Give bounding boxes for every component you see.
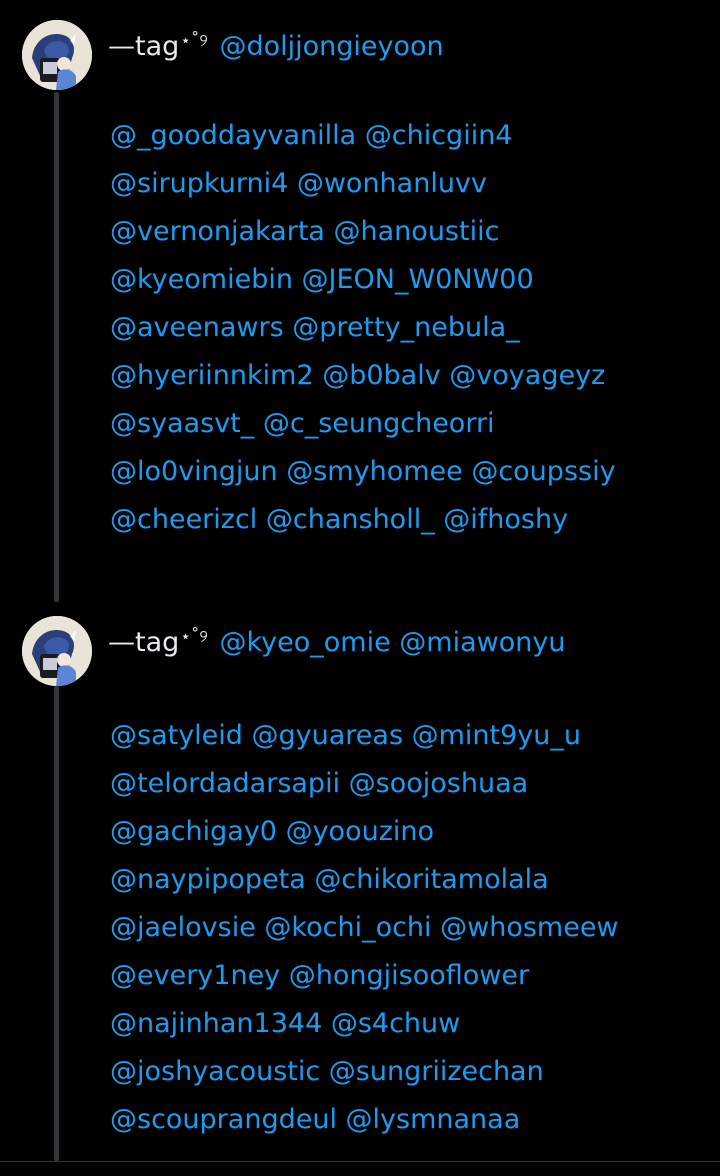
mention-line[interactable]: @sirupkurni4 @wonhanluvv <box>110 160 710 208</box>
mention-line[interactable]: @najinhan1344 @s4chuw <box>110 1000 710 1048</box>
mention-line[interactable]: @aveenawrs @pretty_nebula_ <box>110 304 710 352</box>
author-name[interactable]: —tag <box>108 627 179 658</box>
tweet-reply-2[interactable]: —tag⋆˚୨ @kyeo_omie @miawonyu @satyleid @… <box>0 616 720 1161</box>
mention-line[interactable]: @scouprangdeul @lysmnanaa <box>110 1096 710 1144</box>
avatar-image <box>22 616 92 686</box>
mention-line[interactable]: @every1ney @hongjisooflower <box>110 952 710 1000</box>
post-body: @satyleid @gyuareas @mint9yu_u @telordad… <box>110 712 710 1144</box>
header-mentions[interactable]: @doljjongieyoon <box>219 31 443 62</box>
header-mentions[interactable]: @kyeo_omie @miawonyu <box>219 627 565 658</box>
avatar[interactable] <box>22 616 92 686</box>
post-header: —tag⋆˚୨ @kyeo_omie @miawonyu <box>108 616 565 658</box>
mention-line[interactable]: @vernonjakarta @hanoustiic <box>110 208 710 256</box>
mention-line[interactable]: @naypipopeta @chikoritamolala <box>110 856 710 904</box>
mention-line[interactable]: @jaelovsie @kochi_ochi @whosmeew <box>110 904 710 952</box>
mention-line[interactable]: @satyleid @gyuareas @mint9yu_u <box>110 712 710 760</box>
mention-line[interactable]: @kyeomiebin @JEON_W0NW00 <box>110 256 710 304</box>
mention-line[interactable]: @cheerizcl @chansholl_ @ifhoshy <box>110 496 710 544</box>
bottom-divider <box>0 1161 720 1176</box>
avatar-image <box>22 20 92 90</box>
post-body: @_gooddayvanilla @chicgiin4 @sirupkurni4… <box>110 112 710 544</box>
post-header: —tag⋆˚୨ @doljjongieyoon <box>108 20 444 62</box>
mention-line[interactable]: @lo0vingjun @smyhomee @coupssiy <box>110 448 710 496</box>
mention-line[interactable]: @_gooddayvanilla @chicgiin4 <box>110 112 710 160</box>
mention-line[interactable]: @syaasvt_ @c_seungcheorri <box>110 400 710 448</box>
tweet-reply-1[interactable]: —tag⋆˚୨ @doljjongieyoon @_gooddayvanilla… <box>0 20 720 550</box>
mention-line[interactable]: @hyeriinnkim2 @b0balv @voyageyz <box>110 352 710 400</box>
author-name[interactable]: —tag <box>108 31 179 62</box>
author-sparkle: ⋆˚୨ <box>180 31 208 51</box>
mention-line[interactable]: @gachigay0 @yoouzino <box>110 808 710 856</box>
mention-line[interactable]: @joshyacoustic @sungriizechan <box>110 1048 710 1096</box>
author-sparkle: ⋆˚୨ <box>180 627 208 647</box>
mention-line[interactable]: @telordadarsapii @soojoshuaa <box>110 760 710 808</box>
avatar[interactable] <box>22 20 92 90</box>
